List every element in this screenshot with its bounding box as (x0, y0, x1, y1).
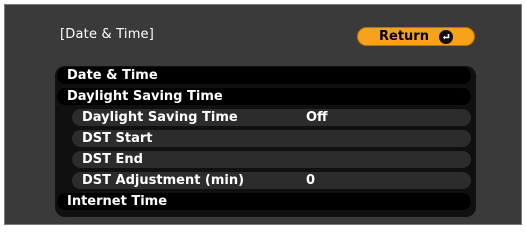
return-button[interactable]: Return (357, 27, 475, 46)
enter-icon (438, 29, 453, 44)
menu-item-label: DST Start (82, 131, 153, 146)
submenu-item-dst-start[interactable]: DST Start (72, 130, 471, 147)
menu-item-label: Date & Time (67, 68, 158, 83)
return-button-label: Return (379, 29, 429, 44)
dst-adjustment-value: 0 (306, 173, 316, 188)
submenu-item-dst-end[interactable]: DST End (72, 151, 471, 168)
daylight-saving-time-value: Off (306, 110, 328, 125)
menu-item-label: Daylight Saving Time (67, 89, 223, 104)
submenu-item-daylight-saving-time[interactable]: Daylight Saving Time Off (72, 109, 471, 126)
menu-item-label: Internet Time (67, 194, 168, 209)
menu-item-internet-time[interactable]: Internet Time (57, 193, 471, 210)
menu-item-label: DST Adjustment (min) (82, 173, 245, 188)
menu-item-label: DST End (82, 152, 143, 167)
menu-item-daylight-saving-time[interactable]: Daylight Saving Time (57, 88, 471, 105)
submenu-item-dst-adjustment[interactable]: DST Adjustment (min) 0 (72, 172, 471, 189)
menu-item-date-time[interactable]: Date & Time (57, 67, 471, 84)
menu-item-label: Daylight Saving Time (82, 110, 238, 125)
page-title: [Date & Time] (60, 27, 155, 42)
